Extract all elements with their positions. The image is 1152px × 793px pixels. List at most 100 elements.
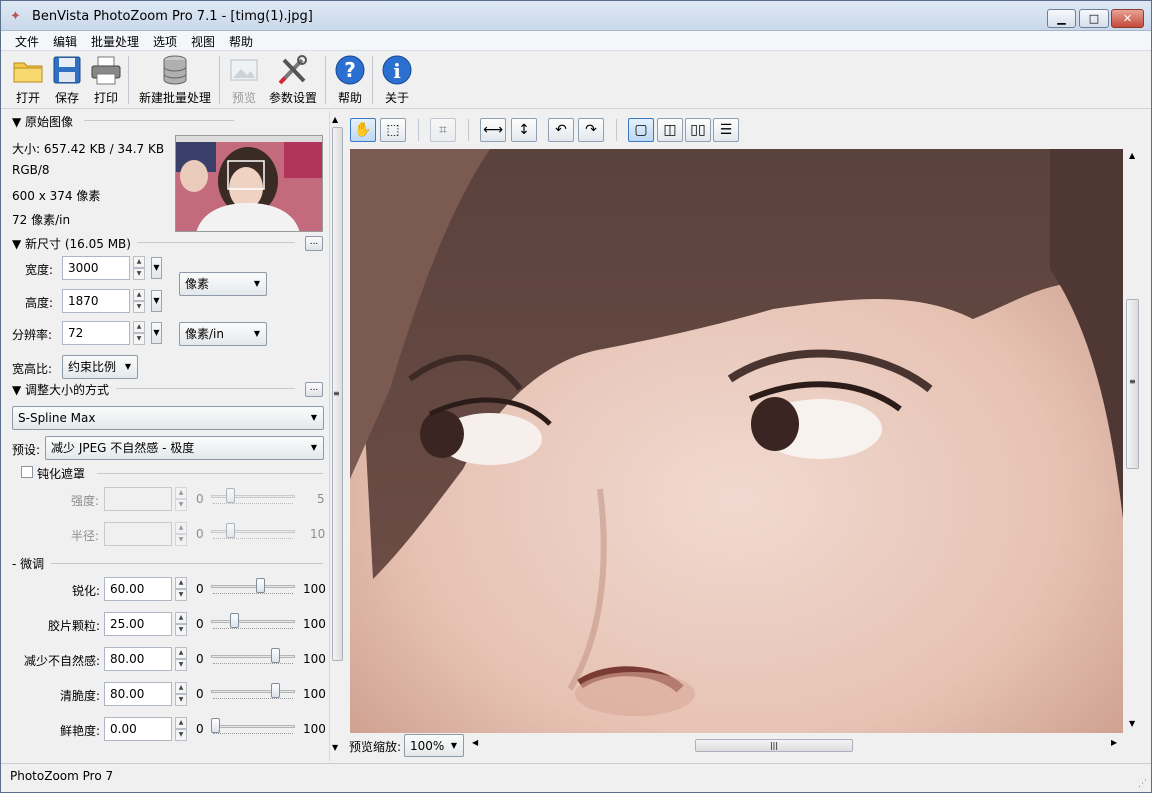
split-view-button[interactable]: ◫ bbox=[657, 118, 683, 142]
original-thumbnail[interactable] bbox=[175, 135, 323, 232]
resolution-unit-select[interactable]: 像素/in ▼ bbox=[179, 322, 267, 346]
slider-thumb[interactable] bbox=[271, 648, 280, 663]
aspect-select[interactable]: 约束比例 ▼ bbox=[62, 355, 138, 379]
preset-select[interactable]: 减少 JPEG 不自然感 - 极度 ▼ bbox=[45, 436, 324, 460]
scroll-down-icon[interactable]: ▼ bbox=[1129, 719, 1135, 728]
strength-input[interactable] bbox=[104, 487, 172, 511]
flip-vertical-button[interactable]: ↕ bbox=[511, 118, 537, 142]
finetune-input[interactable]: 25.00 bbox=[104, 612, 172, 636]
toolbar-separator bbox=[372, 56, 373, 104]
chevron-down-icon: ▼ bbox=[450, 741, 457, 750]
strength-stepper[interactable]: ▲ ▼ bbox=[175, 487, 187, 511]
menu-batch[interactable]: 批量处理 bbox=[91, 33, 139, 50]
radius-input[interactable] bbox=[104, 522, 172, 546]
finetune-slider[interactable] bbox=[211, 718, 295, 736]
finetune-input[interactable]: 80.00 bbox=[104, 682, 172, 706]
settings-button[interactable]: 参数设置 bbox=[268, 54, 318, 106]
menu-help[interactable]: 帮助 bbox=[229, 33, 253, 50]
width-dropdown-button[interactable]: ▼ bbox=[151, 257, 162, 279]
close-button[interactable]: ✕ bbox=[1111, 9, 1144, 28]
new-size-options-button[interactable]: ... bbox=[305, 236, 323, 251]
settings-scrollbar[interactable]: ▲ ≡ ▼ bbox=[329, 111, 345, 761]
rotate-right-button[interactable]: ↷ bbox=[578, 118, 604, 142]
scroll-right-icon[interactable]: ▶ bbox=[1111, 738, 1117, 747]
width-stepper[interactable]: ▲ ▼ bbox=[133, 256, 145, 280]
open-button[interactable]: 打开 bbox=[10, 54, 46, 106]
menu-view[interactable]: 视图 bbox=[191, 33, 215, 50]
zoom-select[interactable]: 100% ▼ bbox=[404, 734, 464, 757]
scroll-up-icon[interactable]: ▲ bbox=[1129, 151, 1135, 160]
print-button[interactable]: 打印 bbox=[89, 54, 123, 106]
hand-tool-button[interactable]: ✋ bbox=[350, 118, 376, 142]
radius-slider[interactable] bbox=[211, 523, 295, 541]
resize-options-button[interactable]: ... bbox=[305, 382, 323, 397]
resolution-input[interactable]: 72 bbox=[62, 321, 130, 345]
flip-horizontal-button[interactable]: ⟷ bbox=[480, 118, 506, 142]
slider-thumb[interactable] bbox=[211, 718, 220, 733]
menu-edit[interactable]: 编辑 bbox=[53, 33, 77, 50]
unsharp-mask-checkbox[interactable] bbox=[21, 466, 33, 478]
toolbar-separator bbox=[128, 56, 129, 104]
preview-button[interactable]: 预览 bbox=[228, 54, 260, 106]
single-view-button[interactable]: ▢ bbox=[628, 118, 654, 142]
scroll-left-icon[interactable]: ◀ bbox=[472, 738, 478, 747]
about-button[interactable]: i 关于 bbox=[381, 54, 413, 106]
slider-thumb[interactable] bbox=[256, 578, 265, 593]
finetune-input[interactable]: 60.00 bbox=[104, 577, 172, 601]
stacked-view-button[interactable]: ☰ bbox=[713, 118, 739, 142]
resize-method-header[interactable]: ▼ 调整大小的方式 bbox=[12, 381, 295, 398]
finetune-slider[interactable] bbox=[211, 648, 295, 666]
rotate-left-icon: ↶ bbox=[555, 122, 567, 138]
preview-image[interactable] bbox=[350, 149, 1123, 733]
size-unit-select[interactable]: 像素 ▼ bbox=[179, 272, 267, 296]
finetune-slider[interactable] bbox=[211, 578, 295, 596]
finetune-stepper[interactable]: ▲ ▼ bbox=[175, 612, 187, 636]
finetune-slider[interactable] bbox=[211, 683, 295, 701]
scroll-down-icon[interactable]: ▼ bbox=[332, 743, 338, 752]
resolution-stepper[interactable]: ▲ ▼ bbox=[133, 321, 145, 345]
minimize-button[interactable]: ▁ bbox=[1047, 9, 1076, 28]
menu-options[interactable]: 选项 bbox=[153, 33, 177, 50]
strength-slider[interactable] bbox=[211, 488, 295, 506]
printer-icon bbox=[90, 54, 122, 86]
finetune-min: 0 bbox=[196, 617, 204, 631]
slider-thumb[interactable] bbox=[226, 488, 235, 503]
select-tool-button[interactable]: ⬚ bbox=[380, 118, 406, 142]
menu-file[interactable]: 文件 bbox=[15, 33, 39, 50]
slider-thumb[interactable] bbox=[271, 683, 280, 698]
maximize-button[interactable]: □ bbox=[1079, 9, 1109, 28]
finetune-stepper[interactable]: ▲ ▼ bbox=[175, 647, 187, 671]
width-input[interactable]: 3000 bbox=[62, 256, 130, 280]
scroll-thumb[interactable]: ||| bbox=[695, 739, 853, 752]
finetune-header: - 微调 bbox=[12, 557, 45, 571]
preview-vertical-scrollbar[interactable]: ▲ ≡ ▼ bbox=[1124, 149, 1142, 733]
finetune-stepper[interactable]: ▲ ▼ bbox=[175, 717, 187, 741]
radius-stepper[interactable]: ▲ ▼ bbox=[175, 522, 187, 546]
slider-thumb[interactable] bbox=[226, 523, 235, 538]
finetune-slider[interactable] bbox=[211, 613, 295, 631]
side-by-side-button[interactable]: ▯▯ bbox=[685, 118, 711, 142]
height-input[interactable]: 1870 bbox=[62, 289, 130, 313]
finetune-input[interactable]: 0.00 bbox=[104, 717, 172, 741]
help-button[interactable]: ? 帮助 bbox=[334, 54, 366, 106]
finetune-input[interactable]: 80.00 bbox=[104, 647, 172, 671]
new-size-header[interactable]: ▼ 新尺寸 (16.05 MB) bbox=[12, 235, 295, 252]
height-dropdown-button[interactable]: ▼ bbox=[151, 290, 162, 312]
crop-button[interactable]: ⌗ bbox=[430, 118, 456, 142]
rotate-left-button[interactable]: ↶ bbox=[548, 118, 574, 142]
finetune-stepper[interactable]: ▲ ▼ bbox=[175, 577, 187, 601]
finetune-stepper[interactable]: ▲ ▼ bbox=[175, 682, 187, 706]
original-image-header[interactable]: ▼ 原始图像 bbox=[12, 113, 234, 130]
new-batch-button[interactable]: 新建批量处理 bbox=[136, 54, 214, 106]
preset-value: 减少 JPEG 不自然感 - 极度 bbox=[51, 441, 195, 455]
scroll-up-icon[interactable]: ▲ bbox=[332, 115, 338, 124]
resolution-dropdown-button[interactable]: ▼ bbox=[151, 322, 162, 344]
slider-thumb[interactable] bbox=[229, 613, 239, 628]
resize-method-select[interactable]: S-Spline Max ▼ bbox=[12, 406, 324, 430]
chevron-down-icon: ▼ bbox=[253, 329, 260, 338]
info-icon: i bbox=[381, 54, 413, 86]
resize-grip-icon[interactable]: ⋰ bbox=[1138, 779, 1147, 789]
save-button[interactable]: 保存 bbox=[50, 54, 84, 106]
divider bbox=[116, 388, 295, 389]
height-stepper[interactable]: ▲ ▼ bbox=[133, 289, 145, 313]
